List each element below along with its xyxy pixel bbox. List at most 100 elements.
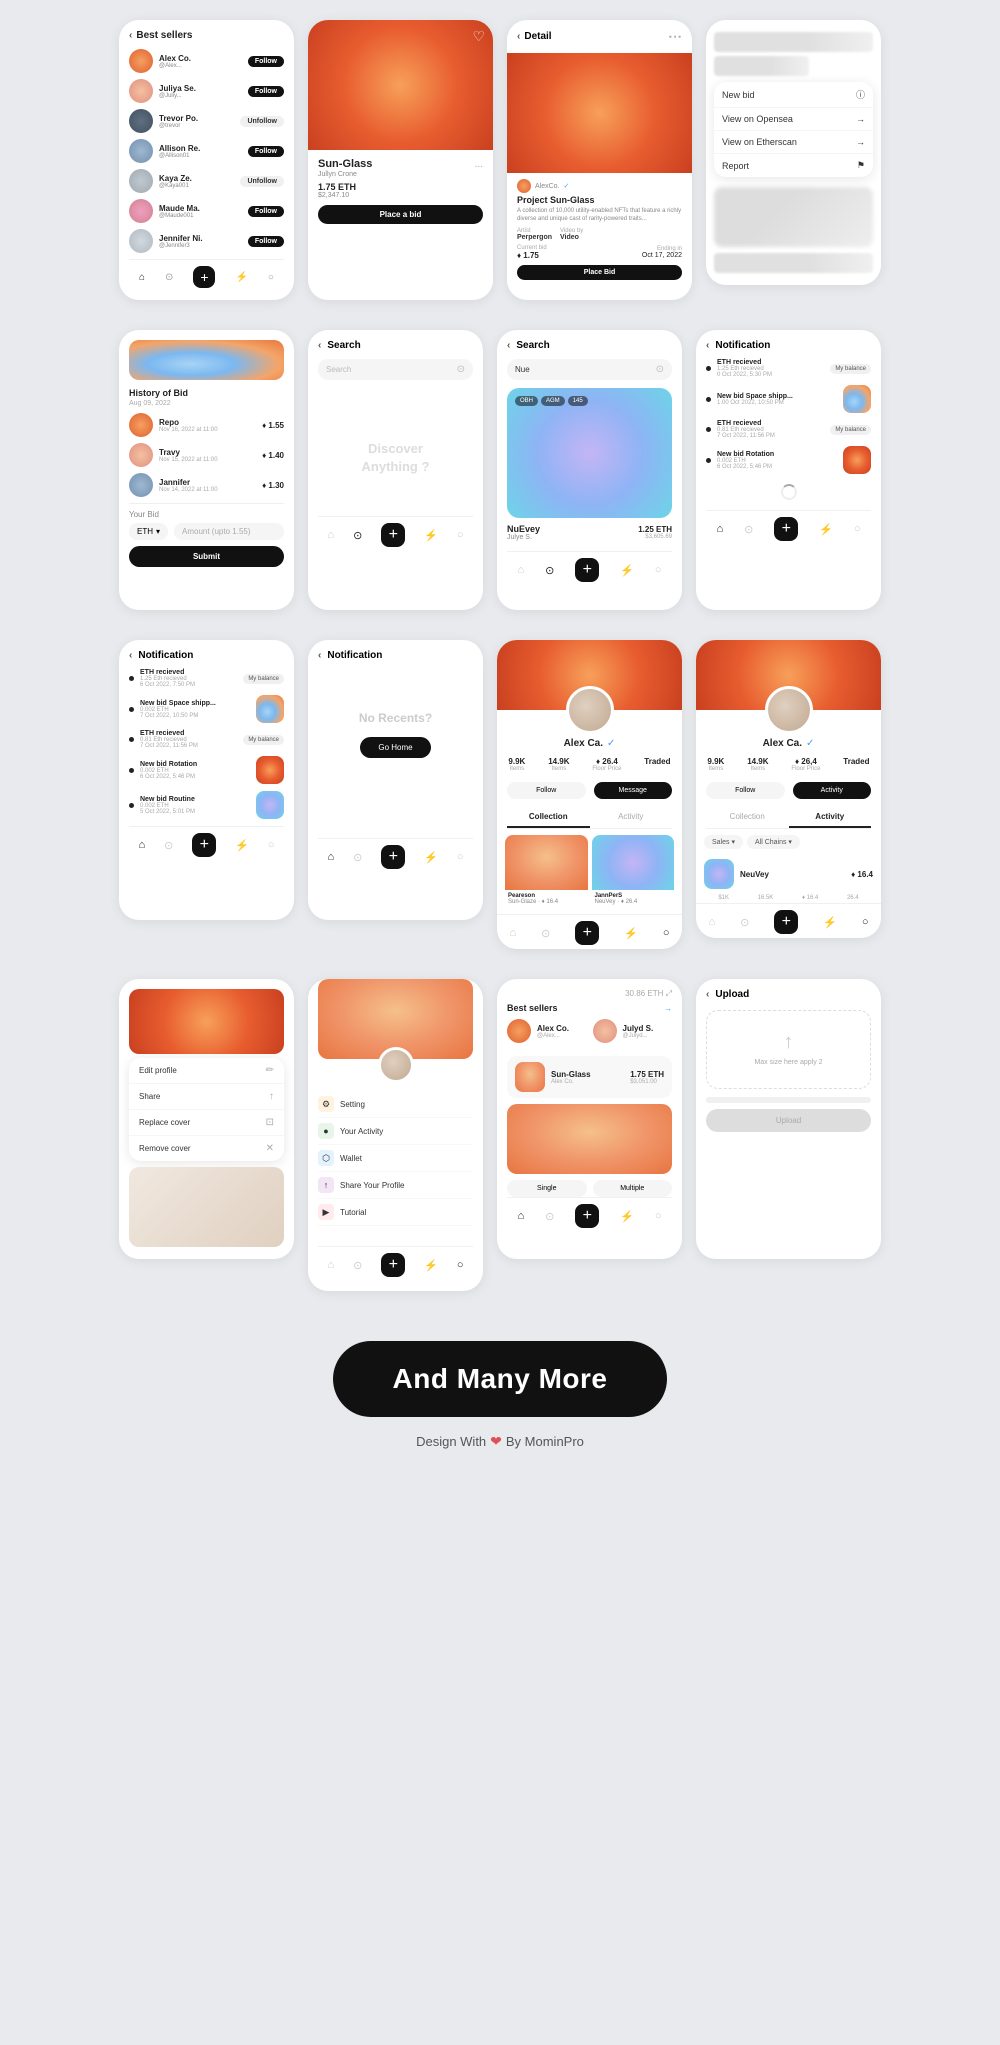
upload-submit-button[interactable]: Upload	[706, 1109, 871, 1132]
chains-filter[interactable]: All Chains ▾	[747, 835, 800, 849]
search-icon[interactable]: ⊙	[541, 927, 550, 940]
share-item[interactable]: Share ↑	[129, 1084, 284, 1110]
home-icon[interactable]: ⌂	[327, 1259, 334, 1271]
sales-filter[interactable]: Sales ▾	[704, 835, 743, 849]
add-icon[interactable]: +	[193, 266, 215, 288]
home-icon[interactable]: ⌂	[708, 916, 715, 928]
activity-icon[interactable]: ⚡	[819, 523, 833, 536]
activity-icon[interactable]: ⚡	[624, 927, 638, 940]
follow-btn-6[interactable]: Follow	[248, 206, 284, 217]
nft-item-1[interactable]: PearesonSun-Glaze · ♦ 16.4	[505, 835, 588, 908]
multiple-btn[interactable]: Multiple	[593, 1180, 673, 1197]
home-icon[interactable]: ⌂	[138, 839, 145, 851]
menu-item-opensea[interactable]: View on Opensea →	[714, 108, 873, 131]
activity-icon[interactable]: ⚡	[424, 1259, 438, 1272]
replace-cover-item[interactable]: Replace cover ⊡	[129, 1110, 284, 1136]
back-icon[interactable]: ‹	[507, 340, 510, 351]
favorite-icon[interactable]: ♡	[671, 28, 684, 45]
back-icon[interactable]: ‹	[129, 650, 132, 661]
go-home-button[interactable]: Go Home	[360, 737, 430, 758]
search-icon[interactable]: ⊙	[353, 529, 362, 542]
nft-item-2[interactable]: JannPerSNeuVey · ♦ 26.4	[592, 835, 675, 908]
add-icon[interactable]: +	[381, 845, 405, 869]
tab-collection[interactable]: Collection	[507, 807, 590, 828]
settings-item-activity[interactable]: ● Your Activity	[318, 1118, 473, 1145]
activity-icon[interactable]: ⚡	[424, 851, 438, 864]
home-icon[interactable]: ⌂	[327, 529, 334, 541]
home-icon[interactable]: ⌂	[716, 523, 723, 535]
tab-activity[interactable]: Activity	[590, 807, 673, 828]
follow-btn-1[interactable]: Follow	[248, 56, 284, 67]
search-icon[interactable]: ⊙	[165, 272, 173, 283]
eth-select[interactable]: ETH▾	[129, 523, 168, 540]
add-icon[interactable]: +	[381, 523, 405, 547]
add-icon[interactable]: +	[774, 910, 798, 934]
message-button[interactable]: Message	[594, 782, 673, 799]
unfollow-btn-5[interactable]: Unfollow	[240, 176, 284, 187]
menu-item-report[interactable]: Report ⚑	[714, 154, 873, 177]
search-icon[interactable]: ⊙	[164, 839, 173, 852]
home-icon[interactable]: ⌂	[509, 927, 516, 939]
search-icon[interactable]: ⊙	[740, 916, 749, 929]
settings-item-wallet[interactable]: ⬡ Wallet	[318, 1145, 473, 1172]
follow-button[interactable]: Follow	[507, 782, 586, 799]
upload-area[interactable]: ↑ Max size here apply 2	[706, 1010, 871, 1089]
settings-item-tutorial[interactable]: ▶ Tutorial	[318, 1199, 473, 1226]
bid-amount-input[interactable]: Amount (upto 1.55)	[174, 523, 284, 540]
settings-item-setting[interactable]: ⚙ Setting	[318, 1091, 473, 1118]
activity-icon[interactable]: ⚡	[620, 564, 634, 577]
activity-icon[interactable]: ⚡	[424, 529, 438, 542]
profile-icon[interactable]: ○	[655, 1210, 662, 1222]
unfollow-btn-3[interactable]: Unfollow	[240, 116, 284, 127]
settings-item-share[interactable]: ↑ Share Your Profile	[318, 1172, 473, 1199]
home-icon[interactable]: ⌂	[139, 272, 145, 283]
and-many-more-button[interactable]: And Many More	[333, 1341, 668, 1417]
search-result-item[interactable]: OBH AGM 145	[507, 388, 672, 518]
back-icon[interactable]: ‹	[318, 340, 321, 351]
follow-btn-2[interactable]: Follow	[248, 86, 284, 97]
activity-item[interactable]: NeuVey ♦ 16.4	[696, 855, 881, 893]
add-icon[interactable]: +	[575, 558, 599, 582]
edit-profile-item[interactable]: Edit profile ✏	[129, 1058, 284, 1084]
search-icon[interactable]: ⊙	[353, 1259, 362, 1272]
search-icon[interactable]: ⊙	[744, 523, 753, 536]
home-icon[interactable]: ⌂	[517, 1210, 524, 1222]
back-icon[interactable]: ‹	[706, 340, 709, 351]
profile-icon[interactable]: ○	[655, 564, 662, 576]
profile-icon[interactable]: ○	[457, 1259, 464, 1271]
back-icon[interactable]: ‹	[706, 989, 709, 1000]
back-icon[interactable]: ‹	[517, 31, 520, 42]
add-icon[interactable]: +	[381, 1253, 405, 1277]
follow-button[interactable]: Follow	[706, 782, 785, 799]
add-icon[interactable]: +	[192, 833, 216, 857]
add-icon[interactable]: +	[774, 517, 798, 541]
back-icon[interactable]: ‹	[318, 650, 321, 661]
search-icon[interactable]: ⊙	[545, 1210, 554, 1223]
search-icon[interactable]: ⊙	[545, 564, 554, 577]
search-icon[interactable]: ⊙	[353, 851, 362, 864]
activity-icon[interactable]: ⚡	[620, 1210, 634, 1223]
favorite-icon[interactable]: ♡	[472, 28, 485, 45]
profile-icon[interactable]: ○	[457, 851, 464, 863]
profile-icon[interactable]: ○	[663, 927, 670, 939]
profile-icon[interactable]: ○	[457, 529, 464, 541]
nft-listing-item[interactable]: Sun-GlassAlex Co. 1.75 ETH $3,051.00	[507, 1056, 672, 1098]
home-icon[interactable]: ⌂	[327, 851, 334, 863]
search-input-container[interactable]: Nue ⊙	[507, 359, 672, 380]
profile-icon[interactable]: ○	[268, 272, 274, 283]
follow-btn-7[interactable]: Follow	[248, 236, 284, 247]
single-btn[interactable]: Single	[507, 1180, 587, 1197]
submit-button[interactable]: Submit	[129, 546, 284, 567]
profile-icon[interactable]: ○	[268, 839, 275, 851]
place-bid-button[interactable]: Place a bid	[318, 205, 483, 224]
search-input-container[interactable]: Search ⊙	[318, 359, 473, 380]
tab-collection[interactable]: Collection	[706, 807, 789, 828]
place-bid-button[interactable]: Place Bid	[517, 265, 682, 280]
profile-icon[interactable]: ○	[854, 523, 861, 535]
follow-btn-4[interactable]: Follow	[248, 146, 284, 157]
activity-icon[interactable]: ⚡	[235, 272, 247, 283]
menu-item-etherscan[interactable]: View on Etherscan →	[714, 131, 873, 154]
menu-item-new-bid[interactable]: New bid ⓘ	[714, 82, 873, 108]
expand-icon[interactable]: ⤢	[666, 989, 672, 998]
dots-icon[interactable]: ...	[475, 159, 483, 170]
